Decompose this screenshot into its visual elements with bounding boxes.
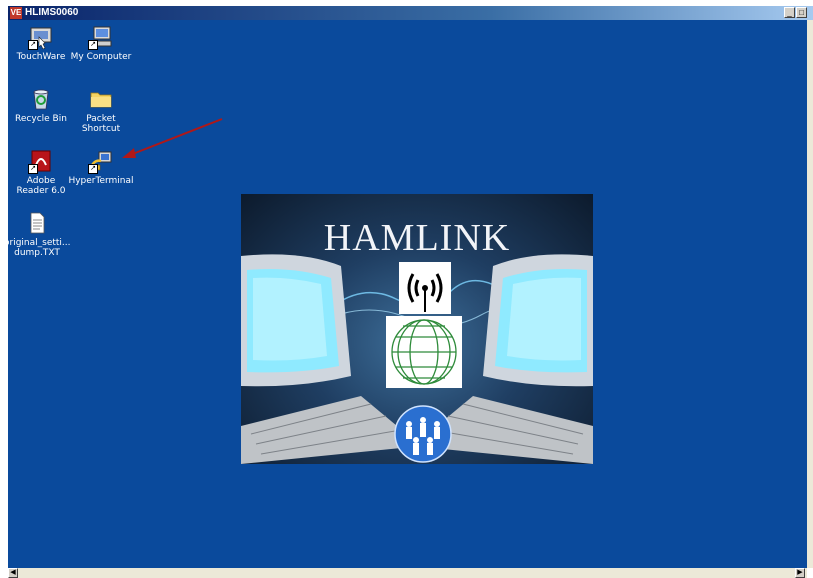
hyperterminal-icon: ↗ <box>88 149 113 174</box>
desktop-icon-text-file[interactable]: original_setti... dump.TXT <box>4 211 71 258</box>
window-title: HLIMS0060 <box>25 7 79 18</box>
hamlink-splash-image: HAMLINK <box>241 194 593 464</box>
restore-button[interactable]: □ <box>796 7 807 18</box>
app-icon: VE <box>10 7 22 19</box>
scroll-right-button[interactable]: ▶ <box>795 568 805 578</box>
desktop: ↗ TouchWare ↗ My Computer Recycle Bin Pa… <box>4 20 807 568</box>
window-title-bar[interactable]: VE HLIMS0060 _ □ <box>8 6 813 20</box>
desktop-icon-label: HyperTerminal <box>68 176 134 186</box>
splash-title: HAMLINK <box>323 217 511 259</box>
vertical-scrollbar[interactable] <box>807 20 813 568</box>
scroll-left-button[interactable]: ◀ <box>8 568 18 578</box>
recycle-bin-icon <box>29 87 53 111</box>
folder-icon <box>89 87 113 111</box>
shortcut-arrow-icon: ↗ <box>88 40 98 50</box>
shortcut-arrow-icon: ↗ <box>28 40 38 50</box>
desktop-icon-label: My Computer <box>70 52 132 62</box>
text-file-icon <box>25 211 49 235</box>
desktop-icon-my-computer[interactable]: ↗ My Computer <box>66 25 136 62</box>
shortcut-arrow-icon: ↗ <box>28 164 38 174</box>
horizontal-scrollbar[interactable]: ◀ ▶ <box>8 568 807 578</box>
computer-icon: ↗ <box>88 25 113 50</box>
shortcut-arrow-icon: ↗ <box>88 164 98 174</box>
minimize-button[interactable]: _ <box>784 7 795 18</box>
desktop-icon-label: original_setti... dump.TXT <box>4 238 71 258</box>
adobe-reader-icon: ↗ <box>28 149 53 174</box>
touchware-icon: ↗ <box>28 25 53 50</box>
desktop-icon-label: Adobe Reader 6.0 <box>16 176 66 196</box>
red-arrow-icon <box>122 118 223 158</box>
